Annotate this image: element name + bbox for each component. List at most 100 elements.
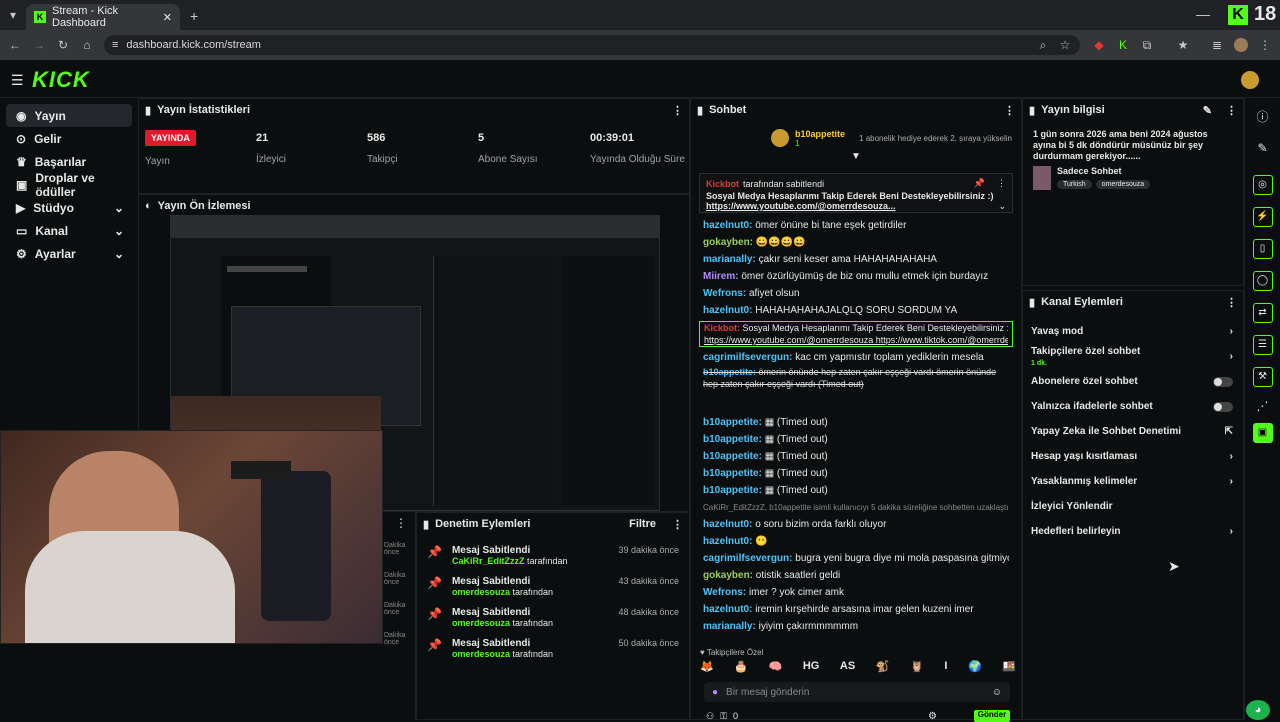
media-icon[interactable]: ≣	[1210, 38, 1224, 52]
filter-button[interactable]: Filtre	[629, 518, 656, 530]
send-button[interactable]: Gönder	[974, 710, 1010, 722]
action-goals[interactable]: Hedefleri belirleyin ›	[1001, 519, 1243, 544]
chat-message: b10appetite: ▦ (Timed out)	[703, 417, 828, 428]
chat-title: Sohbet	[709, 104, 747, 116]
action-slow-mode[interactable]: Yavaş mod ›	[1001, 319, 1243, 344]
moderation-left-column: ⋮ Dakika önce Dakika önce Dakika önce Da…	[384, 512, 416, 720]
sidebar-item-gelir[interactable]: ⊙ Gelir	[6, 127, 132, 150]
share-icon[interactable]: ⋰	[1245, 399, 1280, 413]
sidebar-item-yayin[interactable]: ◉ Yayın	[6, 104, 132, 127]
tag-chip[interactable]: Turkish	[1057, 180, 1092, 189]
hamburger-menu-icon[interactable]: ☰	[11, 72, 24, 89]
users-icon[interactable]: ⚇	[706, 711, 714, 722]
moderation-item: 📌 Mesaj Sabitlendi omerdesouza tarafında…	[427, 607, 679, 628]
url-field[interactable]: ≡ dashboard.kick.com/stream	[104, 35, 1080, 55]
home-icon[interactable]: ⌂	[80, 38, 94, 52]
bolt-icon[interactable]: ⚡	[1252, 207, 1273, 227]
bookmarks-icon[interactable]: ★	[1176, 38, 1190, 52]
sidebar-item-studyo[interactable]: ▶ Stüdyo ⌄	[6, 196, 132, 219]
chevron-right-icon: ›	[1229, 326, 1233, 337]
extensions-icon[interactable]: ⧉	[1140, 38, 1154, 52]
extension-kick-icon[interactable]: K	[1116, 38, 1130, 52]
bookmark-star-icon[interactable]: ☆	[1058, 38, 1072, 52]
more-options-icon[interactable]: ⋮	[672, 104, 683, 117]
tag-chip[interactable]: omerdesouza	[1095, 180, 1151, 189]
url-text: dashboard.kick.com/stream	[126, 39, 261, 51]
emoji-icon[interactable]: ☺	[992, 687, 1002, 698]
video-icon: ▶	[16, 200, 26, 215]
more-options-icon[interactable]: ⋮	[672, 518, 683, 531]
action-host[interactable]: İzleyici Yönlendir	[1001, 494, 1243, 519]
list-icon[interactable]: ☰	[1252, 335, 1273, 355]
more-options-icon[interactable]: ⋮	[1004, 104, 1015, 117]
emotes-only-toggle[interactable]	[1213, 401, 1233, 412]
edit-icon[interactable]: ✎	[1203, 104, 1212, 117]
emote-button[interactable]: I	[944, 660, 947, 678]
camera-icon[interactable]: ◎	[1252, 175, 1273, 195]
green-app-icon[interactable]: ▣	[1252, 423, 1273, 443]
chat-message: b10appetite: ▦ (Timed out)	[703, 468, 828, 479]
chat-message: Wefrons: imer ? yok cimer amk	[703, 587, 844, 598]
kick-18-badge: K 18	[1228, 3, 1276, 26]
channel-icon: ▮	[1029, 296, 1036, 309]
action-account-age[interactable]: Hesap yaşı kısıtlaması ›	[1001, 444, 1243, 469]
emote-button[interactable]: 🐒	[876, 660, 890, 678]
zoom-icon[interactable]: ⌕	[1036, 38, 1050, 52]
support-chat-icon[interactable]: ◕	[1246, 700, 1270, 720]
browser-menu-icon[interactable]: ⋮	[1258, 38, 1272, 52]
more-options-icon[interactable]: ⋮	[997, 178, 1006, 189]
sidebar-item-droplar[interactable]: ▣ Droplar ve ödüller	[6, 171, 132, 199]
filter-icon[interactable]: ▼	[691, 151, 1021, 165]
action-followers-only[interactable]: Takipçilere özel sohbet 1 dk. ›	[1001, 344, 1243, 369]
chat-input[interactable]: ● Bir mesaj gönderin ☺	[704, 682, 1010, 702]
profile-avatar[interactable]	[1234, 38, 1248, 52]
sidebar-item-kanal[interactable]: ▭ Kanal ⌄	[6, 219, 132, 242]
tab-search-icon[interactable]: ▾	[6, 8, 20, 22]
more-options-icon[interactable]: ⋮	[384, 512, 415, 534]
stat-status: YAYINDA Yayın	[145, 130, 196, 167]
mic-icon[interactable]: ●	[712, 687, 718, 698]
stream-category: Sadece Sohbet Turkish omerdesouza	[1023, 162, 1243, 194]
reload-icon[interactable]: ↻	[56, 38, 70, 52]
emote-button[interactable]: 🌍	[968, 660, 982, 678]
gift-leaderboard[interactable]: b10appetite 1 1 abonelik hediye ederek 2…	[691, 121, 1021, 151]
settings-icon[interactable]: ⚙	[928, 711, 937, 722]
pinned-message[interactable]: Kickbot tarafından sabitlendi 📌 ⋮ Sosyal…	[699, 173, 1013, 213]
subscribers-only-toggle[interactable]	[1213, 376, 1233, 387]
minimize-icon[interactable]: —	[1196, 6, 1210, 22]
preview-mini-chrome	[171, 216, 659, 238]
browser-tab[interactable]: K Stream - Kick Dashboard ✕	[26, 4, 180, 30]
back-icon[interactable]: ←	[8, 38, 22, 52]
user-avatar[interactable]	[1241, 71, 1259, 89]
chevron-right-icon: ›	[1229, 351, 1233, 362]
emote-button[interactable]: 🧠	[769, 660, 783, 678]
extension-red-icon[interactable]: ◆	[1092, 38, 1106, 52]
tab-close-icon[interactable]: ✕	[163, 11, 172, 24]
more-options-icon[interactable]: ⋮	[1226, 296, 1237, 309]
chevron-down-icon[interactable]: ⌄	[998, 201, 1006, 212]
edit-icon[interactable]: ✎	[1245, 141, 1280, 155]
more-options-icon[interactable]: ⋮	[1226, 104, 1237, 117]
background-sign	[231, 461, 291, 479]
emote-button[interactable]: 🎂	[734, 660, 748, 678]
forward-icon[interactable]: →	[32, 38, 46, 52]
badge-number: 18	[1254, 3, 1277, 25]
info-icon[interactable]: ⓘ	[1245, 108, 1280, 125]
emote-button[interactable]: 🦉	[910, 660, 924, 678]
chat-bubble-icon[interactable]: ◯	[1252, 271, 1273, 291]
action-ai-moderation[interactable]: Yapay Zeka ile Sohbet Denetimi ⇱	[1001, 419, 1243, 444]
sidebar-item-ayarlar[interactable]: ⚙ Ayarlar ⌄	[6, 242, 132, 265]
emote-button[interactable]: AS	[840, 660, 855, 678]
emote-button[interactable]: 🦊	[700, 660, 714, 678]
channel-actions-panel: ▮ Kanal Eylemleri ⋮ Yavaş mod › Takipçile…	[1022, 290, 1244, 720]
wrench-icon[interactable]: ⚒	[1252, 367, 1273, 387]
pin-icon[interactable]: 📌	[974, 178, 985, 189]
action-banned-words[interactable]: Yasaklanmış kelimeler ›	[1001, 469, 1243, 494]
emote-button[interactable]: 🍱	[1002, 660, 1016, 678]
site-info-icon[interactable]: ≡	[112, 39, 118, 51]
kick-logo[interactable]: KICK	[32, 67, 90, 93]
emote-button[interactable]: HG	[803, 660, 820, 678]
raid-icon[interactable]: ⇄	[1252, 303, 1273, 323]
new-tab-button[interactable]: +	[190, 8, 198, 24]
document-icon[interactable]: ▯	[1252, 239, 1273, 259]
